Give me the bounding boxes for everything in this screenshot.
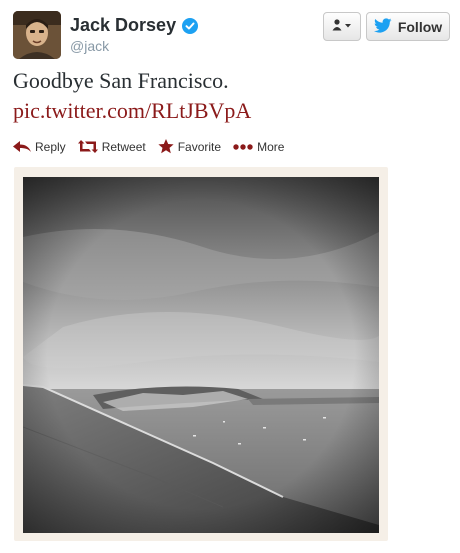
reply-action[interactable]: Reply (13, 140, 66, 154)
photo-frame (14, 167, 388, 541)
twitter-bird-icon (373, 17, 392, 36)
more-label: More (257, 139, 285, 154)
favorite-action[interactable]: Favorite (158, 139, 221, 154)
avatar[interactable] (13, 11, 61, 59)
reply-icon (13, 140, 31, 153)
favorite-label: Favorite (177, 139, 222, 154)
user-name-text[interactable]: Jack Dorsey (70, 15, 176, 36)
retweet-action[interactable]: Retweet (77, 139, 146, 154)
user-actions-button[interactable] (323, 12, 361, 41)
ellipsis-icon (233, 143, 253, 150)
retweet-label: Retweet (101, 139, 146, 154)
verified-badge-icon (182, 17, 199, 34)
tweet-photo-link[interactable]: pic.twitter.com/RLtJBVpA (13, 96, 453, 126)
tweet-text: Goodbye San Francisco. pic.twitter.com/R… (13, 66, 453, 126)
more-action[interactable]: More (233, 140, 284, 154)
tweet-body: Goodbye San Francisco. (13, 68, 229, 93)
star-icon (158, 139, 174, 154)
user-handle[interactable]: @jack (70, 38, 109, 54)
tweet-actions: Reply Retweet Favorite More (13, 139, 284, 154)
user-name[interactable]: Jack Dorsey (70, 15, 199, 36)
reply-label: Reply (35, 139, 66, 154)
retweet-icon (77, 140, 98, 153)
follow-button[interactable]: Follow (366, 12, 450, 41)
follow-label: Follow (397, 18, 443, 35)
tweet-photo[interactable] (23, 177, 379, 533)
user-dropdown-icon (332, 18, 352, 36)
